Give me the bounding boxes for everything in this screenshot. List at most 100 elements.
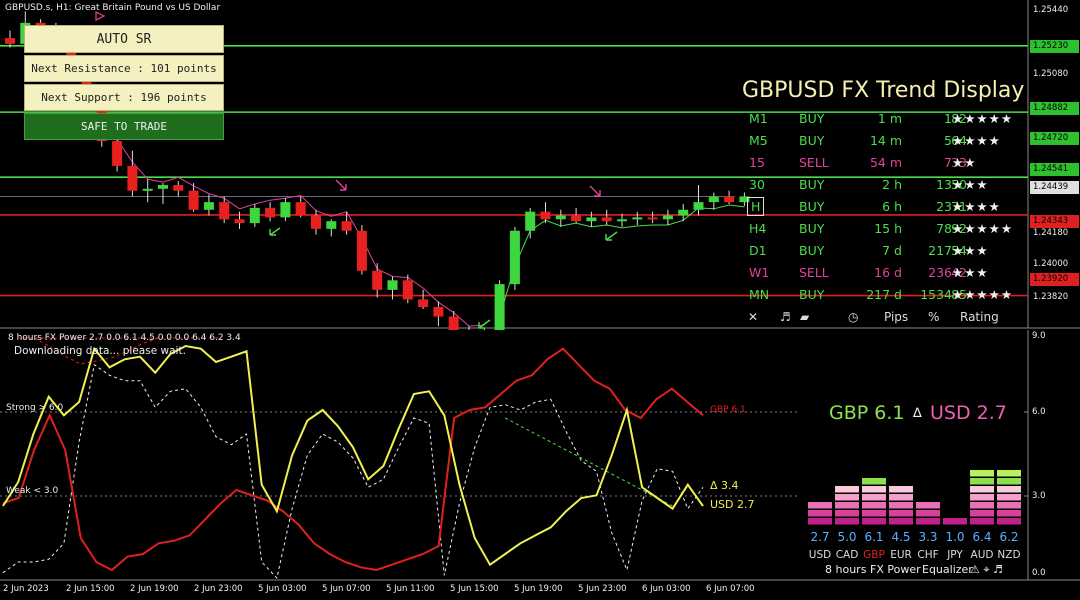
- duration-label: 16 d: [874, 265, 902, 280]
- price-label: 1.24180: [1033, 228, 1069, 238]
- price-label: 1.24882: [1030, 102, 1079, 115]
- candle: [387, 280, 398, 290]
- time-label: 5 Jun 23:00: [578, 584, 627, 594]
- eq-mode[interactable]: Equalizer: [922, 563, 973, 576]
- trend-row[interactable]: 30 BUY 2 h 13 50 ★★★: [742, 177, 1022, 197]
- currency-label[interactable]: NZD: [996, 549, 1022, 561]
- equalizer-segment: [862, 486, 886, 493]
- time-label: 2 Jun 2023: [3, 584, 49, 594]
- close-icon[interactable]: ✕: [748, 310, 758, 324]
- signal-label: BUY: [799, 111, 825, 126]
- equalizer-segment: [835, 494, 859, 501]
- equalizer-segment: [970, 502, 994, 509]
- candle: [448, 316, 459, 330]
- auto-sr-panel: AUTO SR Next Resistance : 101 points Nex…: [24, 25, 224, 142]
- price-label: 1.23920: [1030, 273, 1079, 286]
- price-label: 1.25230: [1030, 40, 1079, 53]
- candle: [509, 230, 520, 285]
- price-label: 1.24000: [1033, 259, 1069, 269]
- eq-hours[interactable]: 8 hours: [825, 563, 866, 576]
- next-resistance: Next Resistance : 101 points: [24, 55, 224, 82]
- rating-stars: ★★★: [952, 265, 989, 280]
- equalizer-segment: [808, 502, 832, 509]
- duration-label: 6 h: [882, 199, 902, 214]
- equalizer-segment: [889, 486, 913, 493]
- price-label: 1.25080: [1033, 69, 1069, 79]
- equalizer-segment: [997, 502, 1021, 509]
- equalizer-value: 6.4: [972, 530, 992, 544]
- percent-header: %: [928, 310, 940, 324]
- candle: [525, 211, 536, 231]
- time-label: 5 Jun 15:00: [450, 584, 499, 594]
- trend-row[interactable]: 15 SELL 54 m 7 33 ★★: [742, 155, 1022, 175]
- usd-power-value: USD 2.7: [930, 402, 1007, 424]
- duration-label: 217 d: [866, 287, 902, 302]
- chart-icon[interactable]: ▰: [800, 310, 809, 324]
- rating-header: Rating: [960, 310, 999, 324]
- currency-label[interactable]: CHF: [915, 549, 941, 561]
- delta-icon: ∆: [913, 406, 922, 421]
- candle: [724, 196, 735, 203]
- timeframe-label: 30: [749, 177, 765, 192]
- duration-label: 15 h: [874, 221, 902, 236]
- candle: [249, 207, 260, 224]
- trend-row[interactable]: W1 SELL 16 d 236 42 ★★★: [742, 265, 1022, 285]
- candle: [586, 217, 597, 222]
- equalizer-value: 6.2: [999, 530, 1019, 544]
- currency-label[interactable]: AUD: [969, 549, 995, 561]
- equalizer-value: 3.3: [918, 530, 938, 544]
- candle: [265, 207, 276, 218]
- candle: [494, 284, 505, 330]
- candle: [219, 202, 230, 220]
- download-message: Downloading data... please wait.: [14, 345, 186, 357]
- currency-label[interactable]: GBP: [861, 549, 887, 561]
- trend-row[interactable]: M5 BUY 14 m 5 64 ★★★★: [742, 133, 1022, 153]
- time-label: 5 Jun 07:00: [322, 584, 371, 594]
- eq-name: FX Power: [870, 563, 921, 576]
- equalizer-segment: [889, 518, 913, 525]
- equalizer-segment: [889, 510, 913, 517]
- candle: [234, 219, 245, 224]
- price-label: 1.24439: [1030, 181, 1079, 194]
- currency-label[interactable]: JPY: [942, 549, 968, 561]
- power-axis-label: 0.0: [1032, 568, 1046, 578]
- indicator-title: 8 hours FX Power 2.7 0.0 6.1 4.5 0.0 0.0…: [8, 333, 241, 343]
- strong-label: Strong > 6.0: [6, 403, 64, 413]
- duration-label: 7 d: [882, 243, 902, 258]
- rating-stars: ★★★: [952, 177, 989, 192]
- currency-label[interactable]: EUR: [888, 549, 914, 561]
- candle: [372, 270, 383, 290]
- signal-label: BUY: [799, 133, 825, 148]
- equalizer-segment: [997, 510, 1021, 517]
- time-label: 5 Jun 03:00: [258, 584, 307, 594]
- trend-row[interactable]: M1 BUY 1 m 1 82 ★★★★★: [742, 111, 1022, 131]
- equalizer-segment: [943, 518, 967, 525]
- clock-icon[interactable]: ◷: [848, 310, 858, 324]
- currency-label[interactable]: USD: [807, 549, 833, 561]
- trend-row[interactable]: MN BUY 217 d 1534 85 ★★★★★: [742, 287, 1022, 307]
- music-icon[interactable]: ♬: [780, 310, 791, 324]
- price-label: 1.24720: [1030, 132, 1079, 145]
- candle: [311, 215, 321, 229]
- price-label: 1.25440: [1033, 5, 1069, 15]
- equalizer-value: 2.7: [810, 530, 830, 544]
- trend-row[interactable]: D1 BUY 7 d 217 54 ★★★: [742, 243, 1022, 263]
- candle: [601, 217, 612, 222]
- candle: [295, 202, 306, 216]
- equalizer-segment: [835, 486, 859, 493]
- equalizer-segment: [997, 494, 1021, 501]
- trend-row[interactable]: H BUY 6 h 23 71 ★★★★: [742, 197, 1022, 219]
- candle: [356, 230, 367, 271]
- equalizer-segment: [997, 470, 1021, 477]
- timeframe-label: H: [746, 197, 765, 216]
- time-label: 6 Jun 03:00: [642, 584, 691, 594]
- equalizer-value: 6.1: [864, 530, 884, 544]
- trend-row[interactable]: H4 BUY 15 h 78 92 ★★★★★: [742, 221, 1022, 241]
- currency-label[interactable]: CAD: [834, 549, 860, 561]
- eq-icons[interactable]: ⚠ ⌖ ♬: [970, 563, 1003, 577]
- candle: [5, 38, 15, 44]
- candle: [142, 188, 153, 191]
- candle: [571, 215, 582, 222]
- equalizer-segment: [997, 518, 1021, 525]
- candle: [540, 211, 551, 220]
